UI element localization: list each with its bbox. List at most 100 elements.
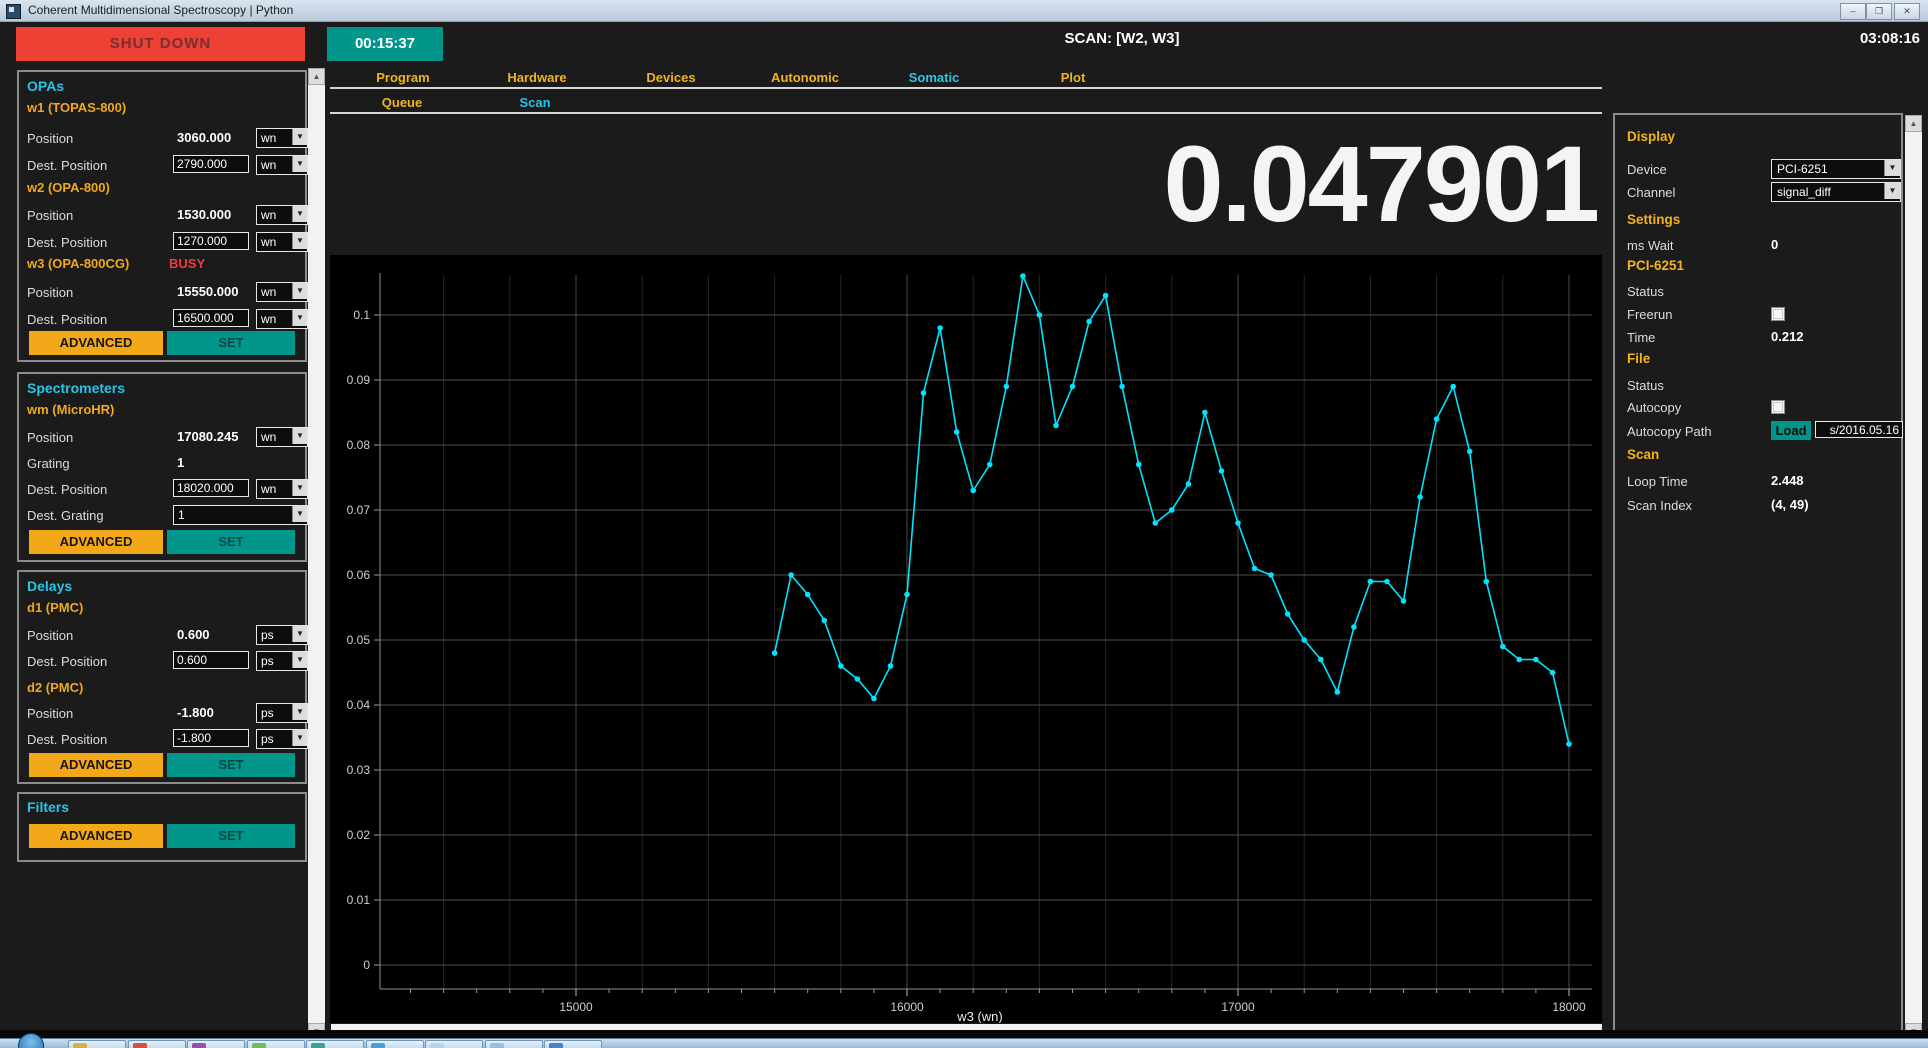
taskbar-app-icon [311,1043,325,1048]
wm-position-row: Position 17080.245 wn▼ [27,427,303,447]
load-button[interactable]: Load [1771,421,1811,440]
spectrometers-set-button[interactable]: SET [167,530,295,554]
svg-text:0.05: 0.05 [347,633,371,647]
w2-dest-input[interactable] [173,232,249,250]
unit-dropdown[interactable]: ps▼ [256,625,308,645]
timer-button[interactable]: 00:15:37 [327,27,443,61]
unit-dropdown[interactable]: wn▼ [256,309,308,329]
channel-dropdown[interactable]: signal_diff▼ [1771,182,1901,202]
maximize-button[interactable]: ❐ [1866,3,1892,20]
svg-text:0.09: 0.09 [347,373,371,387]
freerun-checkbox[interactable] [1771,307,1785,321]
filters-advanced-button[interactable]: ADVANCED [29,824,163,848]
device-dropdown[interactable]: PCI-6251▼ [1771,159,1901,179]
svg-text:0.04: 0.04 [347,698,371,712]
wm-grating-row: Grating 1 [27,453,303,473]
svg-text:0.01: 0.01 [347,893,371,907]
wm-dest-input[interactable] [173,479,249,497]
spectrometers-header: Spectrometers [27,380,125,396]
tab-program[interactable]: Program [376,70,429,85]
motor-name-w2: w2 (OPA-800) [27,180,110,195]
svg-text:0: 0 [363,958,370,972]
tab-autonomic[interactable]: Autonomic [771,70,839,85]
app-icon [6,4,21,19]
svg-text:15000: 15000 [559,1000,593,1014]
taskbar-app-button[interactable] [306,1040,364,1048]
d2-dest-row: Dest. Position ps▼ [27,729,303,749]
svg-text:18000: 18000 [1552,1000,1586,1014]
taskbar-app-button[interactable] [544,1040,602,1048]
display-header: Display [1627,129,1675,144]
filters-header: Filters [27,799,69,815]
right-panel-scrollbar[interactable]: ▲ ▼ [1905,115,1922,1040]
autocopy-checkbox[interactable] [1771,400,1785,414]
unit-dropdown[interactable]: wn▼ [256,155,308,175]
shutdown-button[interactable]: SHUT DOWN [16,27,305,61]
taskbar-app-button[interactable] [247,1040,305,1048]
taskbar-app-button[interactable] [187,1040,245,1048]
minimize-button[interactable]: – [1840,3,1866,20]
unit-dropdown[interactable]: ps▼ [256,729,308,749]
taskbar-gap [0,1030,1928,1038]
taskbar-app-icon [490,1043,504,1048]
file-header: File [1627,351,1650,366]
d1-dest-row: Dest. Position ps▼ [27,651,303,671]
unit-dropdown[interactable]: ps▼ [256,703,308,723]
svg-text:0.03: 0.03 [347,763,371,777]
delays-advanced-button[interactable]: ADVANCED [29,753,163,777]
motor-name-d1: d1 (PMC) [27,600,83,615]
filters-set-button[interactable]: SET [167,824,295,848]
tab-separator [330,87,1602,89]
subtab-scan[interactable]: Scan [519,95,550,110]
unit-dropdown[interactable]: ps▼ [256,651,308,671]
taskbar-app-button[interactable] [425,1040,483,1048]
taskbar-app-icon [73,1043,87,1048]
svg-text:0.1: 0.1 [353,308,370,322]
w2-dest-row: Dest. Position wn▼ [27,232,303,252]
motor-name-w3: w3 (OPA-800CG) [27,256,129,271]
taskbar-app-button[interactable] [485,1040,543,1048]
d1-dest-input[interactable] [173,651,249,669]
spectrometers-advanced-button[interactable]: ADVANCED [29,530,163,554]
time-row: Time 0.212 [1627,327,1893,347]
wm-dest-row: Dest. Position wn▼ [27,479,303,499]
close-button[interactable]: ✕ [1894,3,1920,20]
taskbar-app-button[interactable] [68,1040,126,1048]
taskbar-app-icon [549,1043,563,1048]
scroll-up-icon[interactable]: ▲ [1905,115,1922,132]
unit-dropdown[interactable]: wn▼ [256,427,308,447]
autocopy-path-input[interactable] [1815,421,1903,438]
unit-dropdown[interactable]: wn▼ [256,479,308,499]
opas-set-button[interactable]: SET [167,331,295,355]
scroll-up-icon[interactable]: ▲ [308,68,325,85]
chevron-down-icon: ▼ [292,233,307,249]
chevron-down-icon: ▼ [292,156,307,172]
w1-dest-input[interactable] [173,155,249,173]
tab-plot[interactable]: Plot [1061,70,1086,85]
unit-dropdown[interactable]: wn▼ [256,232,308,252]
w3-position-row: Position 15550.000 wn▼ [27,282,303,302]
subtab-queue[interactable]: Queue [382,95,422,110]
d1-position-row: Position 0.600 ps▼ [27,625,303,645]
central-scrollbar[interactable]: ▲ ▼ [308,68,325,1040]
svg-text:0.07: 0.07 [347,503,371,517]
opas-advanced-button[interactable]: ADVANCED [29,331,163,355]
delays-set-button[interactable]: SET [167,753,295,777]
tab-hardware[interactable]: Hardware [507,70,566,85]
ms-wait-row: ms Wait 0 [1627,235,1893,255]
unit-dropdown[interactable]: wn▼ [256,282,308,302]
pci-header: PCI-6251 [1627,258,1684,273]
taskbar-app-button[interactable] [128,1040,186,1048]
taskbar-app-button[interactable] [366,1040,424,1048]
dest-grating-dropdown[interactable]: 1▼ [173,505,308,525]
tab-devices[interactable]: Devices [646,70,695,85]
unit-dropdown[interactable]: wn▼ [256,128,308,148]
w3-dest-input[interactable] [173,309,249,327]
unit-dropdown[interactable]: wn▼ [256,205,308,225]
tab-somatic[interactable]: Somatic [909,70,960,85]
d2-dest-input[interactable] [173,729,249,747]
taskbar-app-icon [133,1043,147,1048]
wm-dest-grating-row: Dest. Grating 1▼ [27,505,303,525]
chevron-down-icon: ▼ [1884,160,1900,176]
freerun-row: Freerun [1627,304,1893,324]
